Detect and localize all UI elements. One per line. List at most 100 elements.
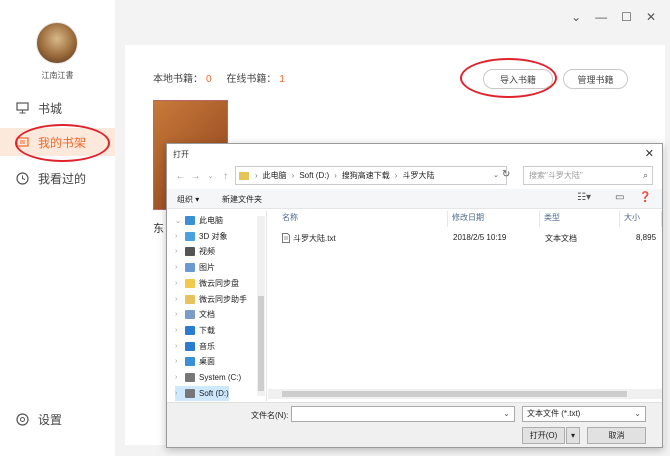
gear-icon bbox=[15, 412, 29, 426]
open-file-dialog: 打开 ✕ ← → ⌄ ↑ › 此电脑 › Soft (D:) › 搜狗高速下载 … bbox=[166, 143, 663, 448]
search-icon: ⌕ bbox=[642, 170, 648, 180]
chevron-right-icon[interactable]: › bbox=[175, 358, 183, 365]
file-list-scrollbar[interactable] bbox=[268, 389, 662, 399]
nav-my-bookshelf[interactable]: 我的书架 bbox=[0, 128, 115, 156]
tree-item-label: 下载 bbox=[199, 325, 215, 335]
chevron-right-icon[interactable]: › bbox=[175, 233, 183, 240]
up-arrow-icon[interactable]: ↑ bbox=[218, 171, 233, 182]
book-counts: 本地书籍： 0 在线书籍： 1 bbox=[153, 70, 297, 85]
local-books-count: 0 bbox=[206, 74, 212, 85]
bookshelf-icon bbox=[15, 135, 29, 149]
avatar[interactable] bbox=[36, 22, 78, 64]
open-button[interactable]: 打开(O) bbox=[522, 427, 565, 444]
column-header-type[interactable]: 类型 bbox=[540, 211, 620, 227]
tree-item[interactable]: › 视频 bbox=[175, 244, 215, 259]
view-options-icon[interactable]: ☷▾ bbox=[577, 192, 591, 203]
tree-item-label: 此电脑 bbox=[199, 216, 223, 225]
tree-item[interactable]: › Soft (D:) bbox=[175, 385, 229, 401]
drive-icon bbox=[185, 373, 195, 382]
maximize-icon[interactable]: ☐ bbox=[621, 10, 632, 24]
tree-item[interactable]: › 下载 bbox=[175, 323, 215, 338]
tree-item[interactable]: ⌄ 此电脑 bbox=[175, 213, 223, 228]
tree-item[interactable]: › 音乐 bbox=[175, 339, 215, 354]
breadcrumb-item[interactable]: Soft (D:) bbox=[299, 171, 329, 180]
sidebar: 江南江書 书城 我的书架 我看过的 设置 bbox=[0, 0, 115, 456]
back-arrow-icon[interactable]: ← bbox=[173, 171, 188, 182]
tree-item[interactable]: › 桌面 bbox=[175, 354, 215, 369]
refresh-icon[interactable]: ↻ bbox=[502, 169, 510, 180]
filename-label: 文件名(N): bbox=[251, 411, 289, 420]
file-name: 斗罗大陆.txt bbox=[293, 234, 336, 243]
chevron-down-icon[interactable]: ⌄ bbox=[571, 10, 581, 24]
tree-item[interactable]: › 微云同步盘 bbox=[175, 276, 239, 291]
chevron-down-icon[interactable]: ⌄ bbox=[175, 217, 183, 225]
minimize-icon[interactable]: — bbox=[595, 10, 607, 24]
tree-item-label: 音乐 bbox=[199, 341, 215, 351]
search-input[interactable]: 搜索"斗罗大陆" ⌕ bbox=[523, 166, 653, 185]
cancel-button[interactable]: 取消 bbox=[587, 427, 646, 444]
monitor-icon bbox=[15, 101, 29, 115]
folder-icon bbox=[185, 278, 195, 288]
forward-arrow-icon[interactable]: → bbox=[188, 171, 203, 182]
dialog-title: 打开 bbox=[173, 150, 189, 159]
column-header-size[interactable]: 大小 bbox=[620, 211, 662, 227]
filename-input[interactable]: ⌄ bbox=[291, 406, 515, 422]
username: 江南江書 bbox=[41, 71, 74, 80]
chevron-right-icon[interactable]: › bbox=[175, 311, 183, 318]
search-placeholder: 搜索"斗罗大陆" bbox=[529, 171, 583, 180]
chevron-right-icon[interactable]: › bbox=[175, 264, 183, 271]
file-row[interactable]: 斗罗大陆.txt 2018/2/5 10:19 文本文档 8,895 bbox=[268, 230, 662, 245]
file-list: 名称 修改日期 类型 大小 斗罗大陆.txt 2018/2/5 10:19 文本… bbox=[268, 211, 662, 401]
chevron-right-icon[interactable]: › bbox=[175, 343, 183, 350]
tree-scrollbar[interactable] bbox=[257, 216, 265, 396]
desktop-icon bbox=[185, 357, 195, 367]
online-books-count: 1 bbox=[279, 74, 285, 85]
organize-button[interactable]: 组织 ▾ bbox=[177, 194, 199, 205]
chevron-right-icon[interactable]: › bbox=[175, 374, 183, 381]
filetype-value: 文本文件 (*.txt) bbox=[527, 409, 581, 418]
tree-item-label: Soft (D:) bbox=[199, 388, 229, 398]
breadcrumb-item[interactable]: 此电脑 bbox=[263, 170, 287, 181]
tree-item[interactable]: › System (C:) bbox=[175, 370, 241, 385]
tree-item-label: 桌面 bbox=[199, 357, 215, 367]
help-icon[interactable]: ❓ bbox=[639, 192, 651, 203]
nav-history[interactable]: 我看过的 bbox=[0, 164, 115, 192]
open-dropdown-button[interactable]: ▾ bbox=[566, 427, 580, 444]
import-books-button[interactable]: 导入书籍 bbox=[483, 69, 553, 89]
tree-item-label: 图片 bbox=[199, 263, 215, 273]
recent-dropdown-icon[interactable]: ⌄ bbox=[203, 172, 218, 180]
tree-item[interactable]: › 图片 bbox=[175, 260, 215, 275]
cube-icon bbox=[185, 231, 195, 241]
chevron-down-icon: ⌄ bbox=[634, 409, 641, 418]
nav-label: 书城 bbox=[38, 101, 63, 116]
chevron-right-icon[interactable]: › bbox=[175, 280, 183, 287]
chevron-right-icon[interactable]: › bbox=[175, 327, 183, 334]
new-folder-button[interactable]: 新建文件夹 bbox=[222, 194, 262, 205]
chevron-down-icon[interactable]: ⌄ bbox=[503, 409, 510, 418]
book-title: 东 bbox=[153, 223, 164, 235]
tree-item[interactable]: › 3D 对象 bbox=[175, 229, 227, 244]
close-icon[interactable]: ✕ bbox=[646, 10, 656, 24]
tree-item-label: 微云同步助手 bbox=[199, 294, 247, 304]
preview-pane-icon[interactable]: ▭ bbox=[615, 192, 624, 203]
breadcrumb-item[interactable]: 斗罗大陆 bbox=[402, 170, 434, 181]
tree-item[interactable]: › 微云同步助手 bbox=[175, 292, 247, 307]
chevron-right-icon[interactable]: › bbox=[175, 390, 183, 397]
column-header-name[interactable]: 名称 bbox=[278, 211, 448, 227]
close-icon[interactable]: ✕ bbox=[645, 147, 654, 160]
column-header-date[interactable]: 修改日期 bbox=[448, 211, 540, 227]
nav-bookstore[interactable]: 书城 bbox=[0, 94, 115, 122]
address-bar: ← → ⌄ ↑ › 此电脑 › Soft (D:) › 搜狗高速下载 › 斗罗大… bbox=[173, 166, 658, 186]
breadcrumb-item[interactable]: 搜狗高速下载 bbox=[342, 170, 390, 181]
settings-label: 设置 bbox=[38, 412, 63, 427]
tree-item[interactable]: › 文档 bbox=[175, 307, 215, 322]
local-books-label: 本地书籍： bbox=[153, 74, 203, 85]
manage-books-button[interactable]: 管理书籍 bbox=[563, 69, 628, 89]
chevron-right-icon[interactable]: › bbox=[175, 248, 183, 255]
filetype-select[interactable]: 文本文件 (*.txt) ⌄ bbox=[522, 406, 646, 422]
chevron-right-icon[interactable]: › bbox=[175, 296, 183, 303]
dialog-toolbar: 组织 ▾ 新建文件夹 ☷▾ ▭ ❓ bbox=[167, 189, 662, 209]
path-dropdown-icon[interactable]: ⌄ bbox=[493, 171, 499, 179]
nav-settings[interactable]: 设置 bbox=[0, 405, 115, 433]
path-breadcrumb[interactable]: › 此电脑 › Soft (D:) › 搜狗高速下载 › 斗罗大陆 bbox=[235, 166, 507, 185]
